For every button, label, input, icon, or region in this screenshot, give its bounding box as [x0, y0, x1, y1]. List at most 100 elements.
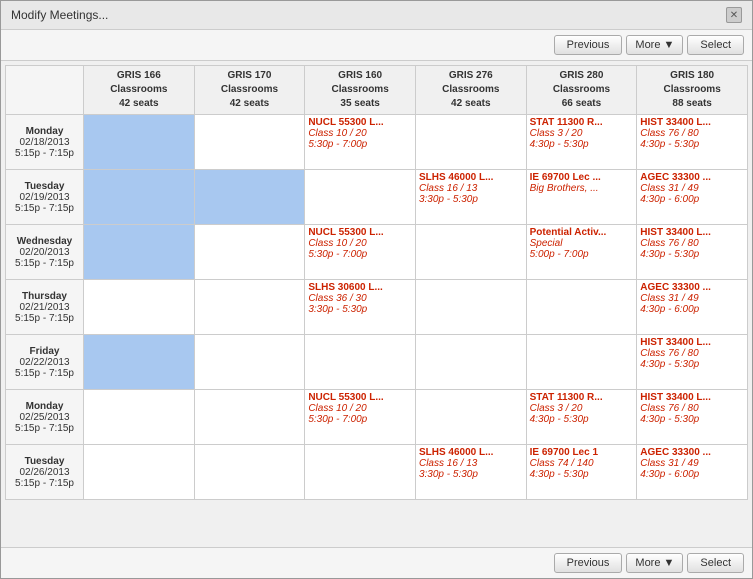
header-row: GRIS 166 Classrooms 42 seats GRIS 170 Cl…	[6, 66, 748, 115]
time-cell: Thursday02/21/20135:15p - 7:15p	[6, 280, 84, 335]
table-row: Wednesday02/20/20135:15p - 7:15p NUCL 553…	[6, 225, 748, 280]
room-cell[interactable]: STAT 11300 R...Class 3 / 204:30p - 5:30p	[526, 115, 637, 170]
event-title: HIST 33400 L...	[640, 392, 744, 403]
schedule-table: GRIS 166 Classrooms 42 seats GRIS 170 Cl…	[5, 65, 748, 500]
table-row: Tuesday02/26/20135:15p - 7:15pSLHS 46000…	[6, 445, 748, 500]
room-cell[interactable]: HIST 33400 L...Class 76 / 804:30p - 5:30…	[637, 390, 748, 445]
header-gris166: GRIS 166 Classrooms 42 seats	[84, 66, 195, 115]
window-title: Modify Meetings...	[11, 8, 108, 22]
room-cell[interactable]: NUCL 55300 L...Class 10 / 205:30p - 7:00…	[305, 390, 416, 445]
event-title: SLHS 46000 L...	[419, 172, 523, 183]
more-button-top[interactable]: More ▼	[626, 35, 683, 55]
room-cell[interactable]: NUCL 55300 L...Class 10 / 205:30p - 7:00…	[305, 115, 416, 170]
event-title: HIST 33400 L...	[640, 337, 744, 348]
header-gris160: GRIS 160 Classrooms 35 seats	[305, 66, 416, 115]
room-cell[interactable]: AGEC 33300 ...Class 31 / 494:30p - 6:00p	[637, 170, 748, 225]
event-time: 5:30p - 7:00p	[308, 249, 412, 260]
room-cell	[84, 170, 195, 225]
event-time: 4:30p - 5:30p	[640, 414, 744, 425]
room-cell[interactable]: SLHS 30600 L...Class 36 / 303:30p - 5:30…	[305, 280, 416, 335]
event-title: NUCL 55300 L...	[308, 392, 412, 403]
room-cell	[305, 170, 416, 225]
event-detail: Class 74 / 140	[530, 458, 634, 469]
room-cell	[415, 280, 526, 335]
event-title: AGEC 33300 ...	[640, 282, 744, 293]
room-cell[interactable]: IE 69700 Lec 1Class 74 / 1404:30p - 5:30…	[526, 445, 637, 500]
header-gris170: GRIS 170 Classrooms 42 seats	[194, 66, 305, 115]
room-cell	[305, 335, 416, 390]
room-cell[interactable]: AGEC 33300 ...Class 31 / 494:30p - 6:00p	[637, 280, 748, 335]
room-cell	[415, 225, 526, 280]
previous-button-top[interactable]: Previous	[554, 35, 623, 55]
time-cell: Tuesday02/19/20135:15p - 7:15p	[6, 170, 84, 225]
event-time: 4:30p - 5:30p	[640, 359, 744, 370]
event-time: 4:30p - 5:30p	[530, 414, 634, 425]
room-cell	[84, 335, 195, 390]
event-time: 4:30p - 6:00p	[640, 304, 744, 315]
event-title: NUCL 55300 L...	[308, 227, 412, 238]
table-row: Monday02/25/20135:15p - 7:15p NUCL 55300 …	[6, 390, 748, 445]
room-cell[interactable]: Potential Activ...Special5:00p - 7:00p	[526, 225, 637, 280]
event-time: 5:30p - 7:00p	[308, 139, 412, 150]
table-row: Thursday02/21/20135:15p - 7:15p SLHS 3060…	[6, 280, 748, 335]
table-row: Tuesday02/19/20135:15p - 7:15p SLHS 46000…	[6, 170, 748, 225]
select-button-bottom[interactable]: Select	[687, 553, 744, 573]
table-row: Friday02/22/20135:15p - 7:15pHIST 33400 …	[6, 335, 748, 390]
event-time: 3:30p - 5:30p	[419, 194, 523, 205]
room-cell[interactable]: STAT 11300 R...Class 3 / 204:30p - 5:30p	[526, 390, 637, 445]
event-title: IE 69700 Lec 1	[530, 447, 634, 458]
event-title: STAT 11300 R...	[530, 117, 634, 128]
event-time: 4:30p - 5:30p	[640, 249, 744, 260]
room-cell	[194, 280, 305, 335]
header-gris276: GRIS 276 Classrooms 42 seats	[415, 66, 526, 115]
room-cell[interactable]: HIST 33400 L...Class 76 / 804:30p - 5:30…	[637, 335, 748, 390]
room-cell	[84, 390, 195, 445]
more-button-bottom[interactable]: More ▼	[626, 553, 683, 573]
event-time: 4:30p - 5:30p	[640, 139, 744, 150]
header-gris180: GRIS 180 Classrooms 88 seats	[637, 66, 748, 115]
room-cell[interactable]: SLHS 46000 L...Class 16 / 133:30p - 5:30…	[415, 445, 526, 500]
room-cell	[194, 335, 305, 390]
previous-button-bottom[interactable]: Previous	[554, 553, 623, 573]
title-bar: Modify Meetings... ✕	[1, 1, 752, 30]
event-detail: Class 3 / 20	[530, 403, 634, 414]
event-title: HIST 33400 L...	[640, 227, 744, 238]
event-title: AGEC 33300 ...	[640, 447, 744, 458]
room-cell	[526, 335, 637, 390]
event-detail: Class 10 / 20	[308, 238, 412, 249]
top-toolbar: Previous More ▼ Select	[1, 30, 752, 61]
event-detail: Class 16 / 13	[419, 183, 523, 194]
header-gris280: GRIS 280 Classrooms 66 seats	[526, 66, 637, 115]
event-time: 4:30p - 5:30p	[530, 469, 634, 480]
event-detail: Class 76 / 80	[640, 128, 744, 139]
close-button[interactable]: ✕	[726, 7, 742, 23]
event-time: 3:30p - 5:30p	[308, 304, 412, 315]
event-title: SLHS 46000 L...	[419, 447, 523, 458]
event-time: 4:30p - 6:00p	[640, 469, 744, 480]
room-cell[interactable]: AGEC 33300 ...Class 31 / 494:30p - 6:00p	[637, 445, 748, 500]
event-title: NUCL 55300 L...	[308, 117, 412, 128]
room-cell[interactable]: HIST 33400 L...Class 76 / 804:30p - 5:30…	[637, 115, 748, 170]
event-title: SLHS 30600 L...	[308, 282, 412, 293]
event-detail: Special	[530, 238, 634, 249]
room-cell	[194, 115, 305, 170]
room-cell	[84, 115, 195, 170]
room-cell[interactable]: NUCL 55300 L...Class 10 / 205:30p - 7:00…	[305, 225, 416, 280]
select-button-top[interactable]: Select	[687, 35, 744, 55]
room-cell	[415, 390, 526, 445]
event-time: 5:30p - 7:00p	[308, 414, 412, 425]
room-cell	[194, 390, 305, 445]
event-detail: Class 36 / 30	[308, 293, 412, 304]
event-detail: Class 31 / 49	[640, 458, 744, 469]
event-detail: Class 31 / 49	[640, 293, 744, 304]
time-cell: Wednesday02/20/20135:15p - 7:15p	[6, 225, 84, 280]
event-detail: Class 16 / 13	[419, 458, 523, 469]
room-cell[interactable]: HIST 33400 L...Class 76 / 804:30p - 5:30…	[637, 225, 748, 280]
event-time: 3:30p - 5:30p	[419, 469, 523, 480]
event-time: 4:30p - 5:30p	[530, 139, 634, 150]
room-cell[interactable]: SLHS 46000 L...Class 16 / 133:30p - 5:30…	[415, 170, 526, 225]
event-title: AGEC 33300 ...	[640, 172, 744, 183]
table-container: GRIS 166 Classrooms 42 seats GRIS 170 Cl…	[1, 61, 752, 547]
room-cell[interactable]: IE 69700 Lec ...Big Brothers, ...	[526, 170, 637, 225]
time-cell: Monday02/25/20135:15p - 7:15p	[6, 390, 84, 445]
